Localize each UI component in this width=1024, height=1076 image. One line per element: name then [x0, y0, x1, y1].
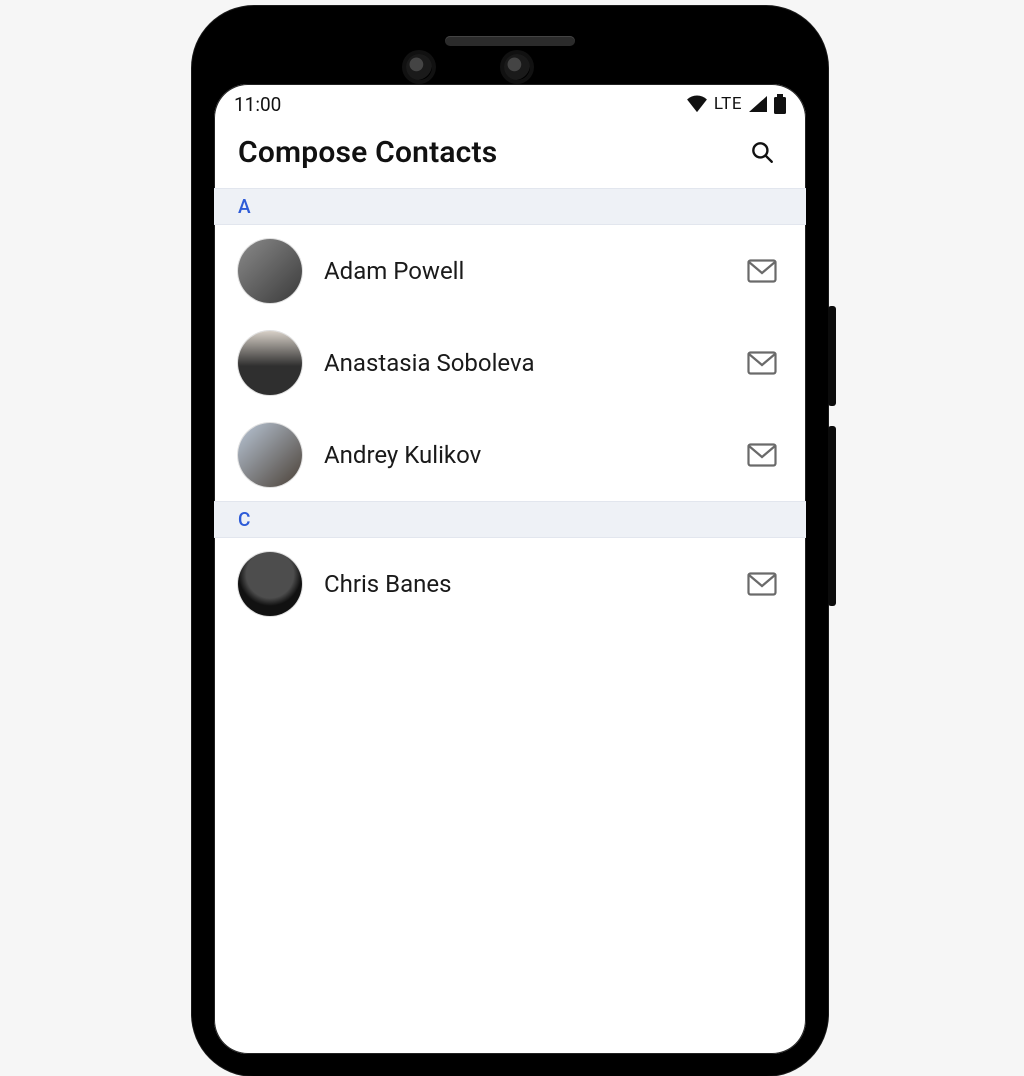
search-icon	[749, 139, 775, 165]
contact-row[interactable]: Andrey Kulikov	[214, 409, 806, 501]
message-button[interactable]	[742, 564, 782, 604]
contact-name: Adam Powell	[324, 257, 720, 285]
message-button[interactable]	[742, 251, 782, 291]
contact-list[interactable]: A Adam Powell Anastasia Soboleva Andrey K…	[214, 188, 806, 630]
battery-icon	[774, 94, 786, 114]
front-camera-icon	[406, 54, 432, 80]
app-toolbar: Compose Contacts	[214, 124, 806, 188]
mail-icon	[747, 443, 777, 467]
avatar	[238, 239, 302, 303]
avatar	[238, 423, 302, 487]
contact-name: Andrey Kulikov	[324, 441, 720, 469]
message-button[interactable]	[742, 435, 782, 475]
avatar	[238, 552, 302, 616]
mail-icon	[747, 351, 777, 375]
avatar	[238, 331, 302, 395]
status-bar: 11:00 LTE	[214, 84, 806, 124]
power-button	[828, 306, 836, 406]
phone-frame: 11:00 LTE Compose Contacts	[192, 6, 828, 1076]
volume-button	[828, 426, 836, 606]
section-header: A	[214, 188, 806, 225]
mail-icon	[747, 259, 777, 283]
contact-row[interactable]: Adam Powell	[214, 225, 806, 317]
contact-name: Anastasia Soboleva	[324, 349, 720, 377]
front-camera-icon	[504, 54, 530, 80]
contact-name: Chris Banes	[324, 570, 720, 598]
network-label: LTE	[714, 94, 742, 114]
page-title: Compose Contacts	[238, 135, 497, 170]
signal-icon	[748, 95, 768, 113]
section-header: C	[214, 501, 806, 538]
status-time: 11:00	[234, 93, 281, 116]
mail-icon	[747, 572, 777, 596]
contact-row[interactable]: Chris Banes	[214, 538, 806, 630]
wifi-icon	[686, 95, 708, 113]
contact-row[interactable]: Anastasia Soboleva	[214, 317, 806, 409]
screen: 11:00 LTE Compose Contacts	[214, 84, 806, 1054]
search-button[interactable]	[742, 132, 782, 172]
message-button[interactable]	[742, 343, 782, 383]
